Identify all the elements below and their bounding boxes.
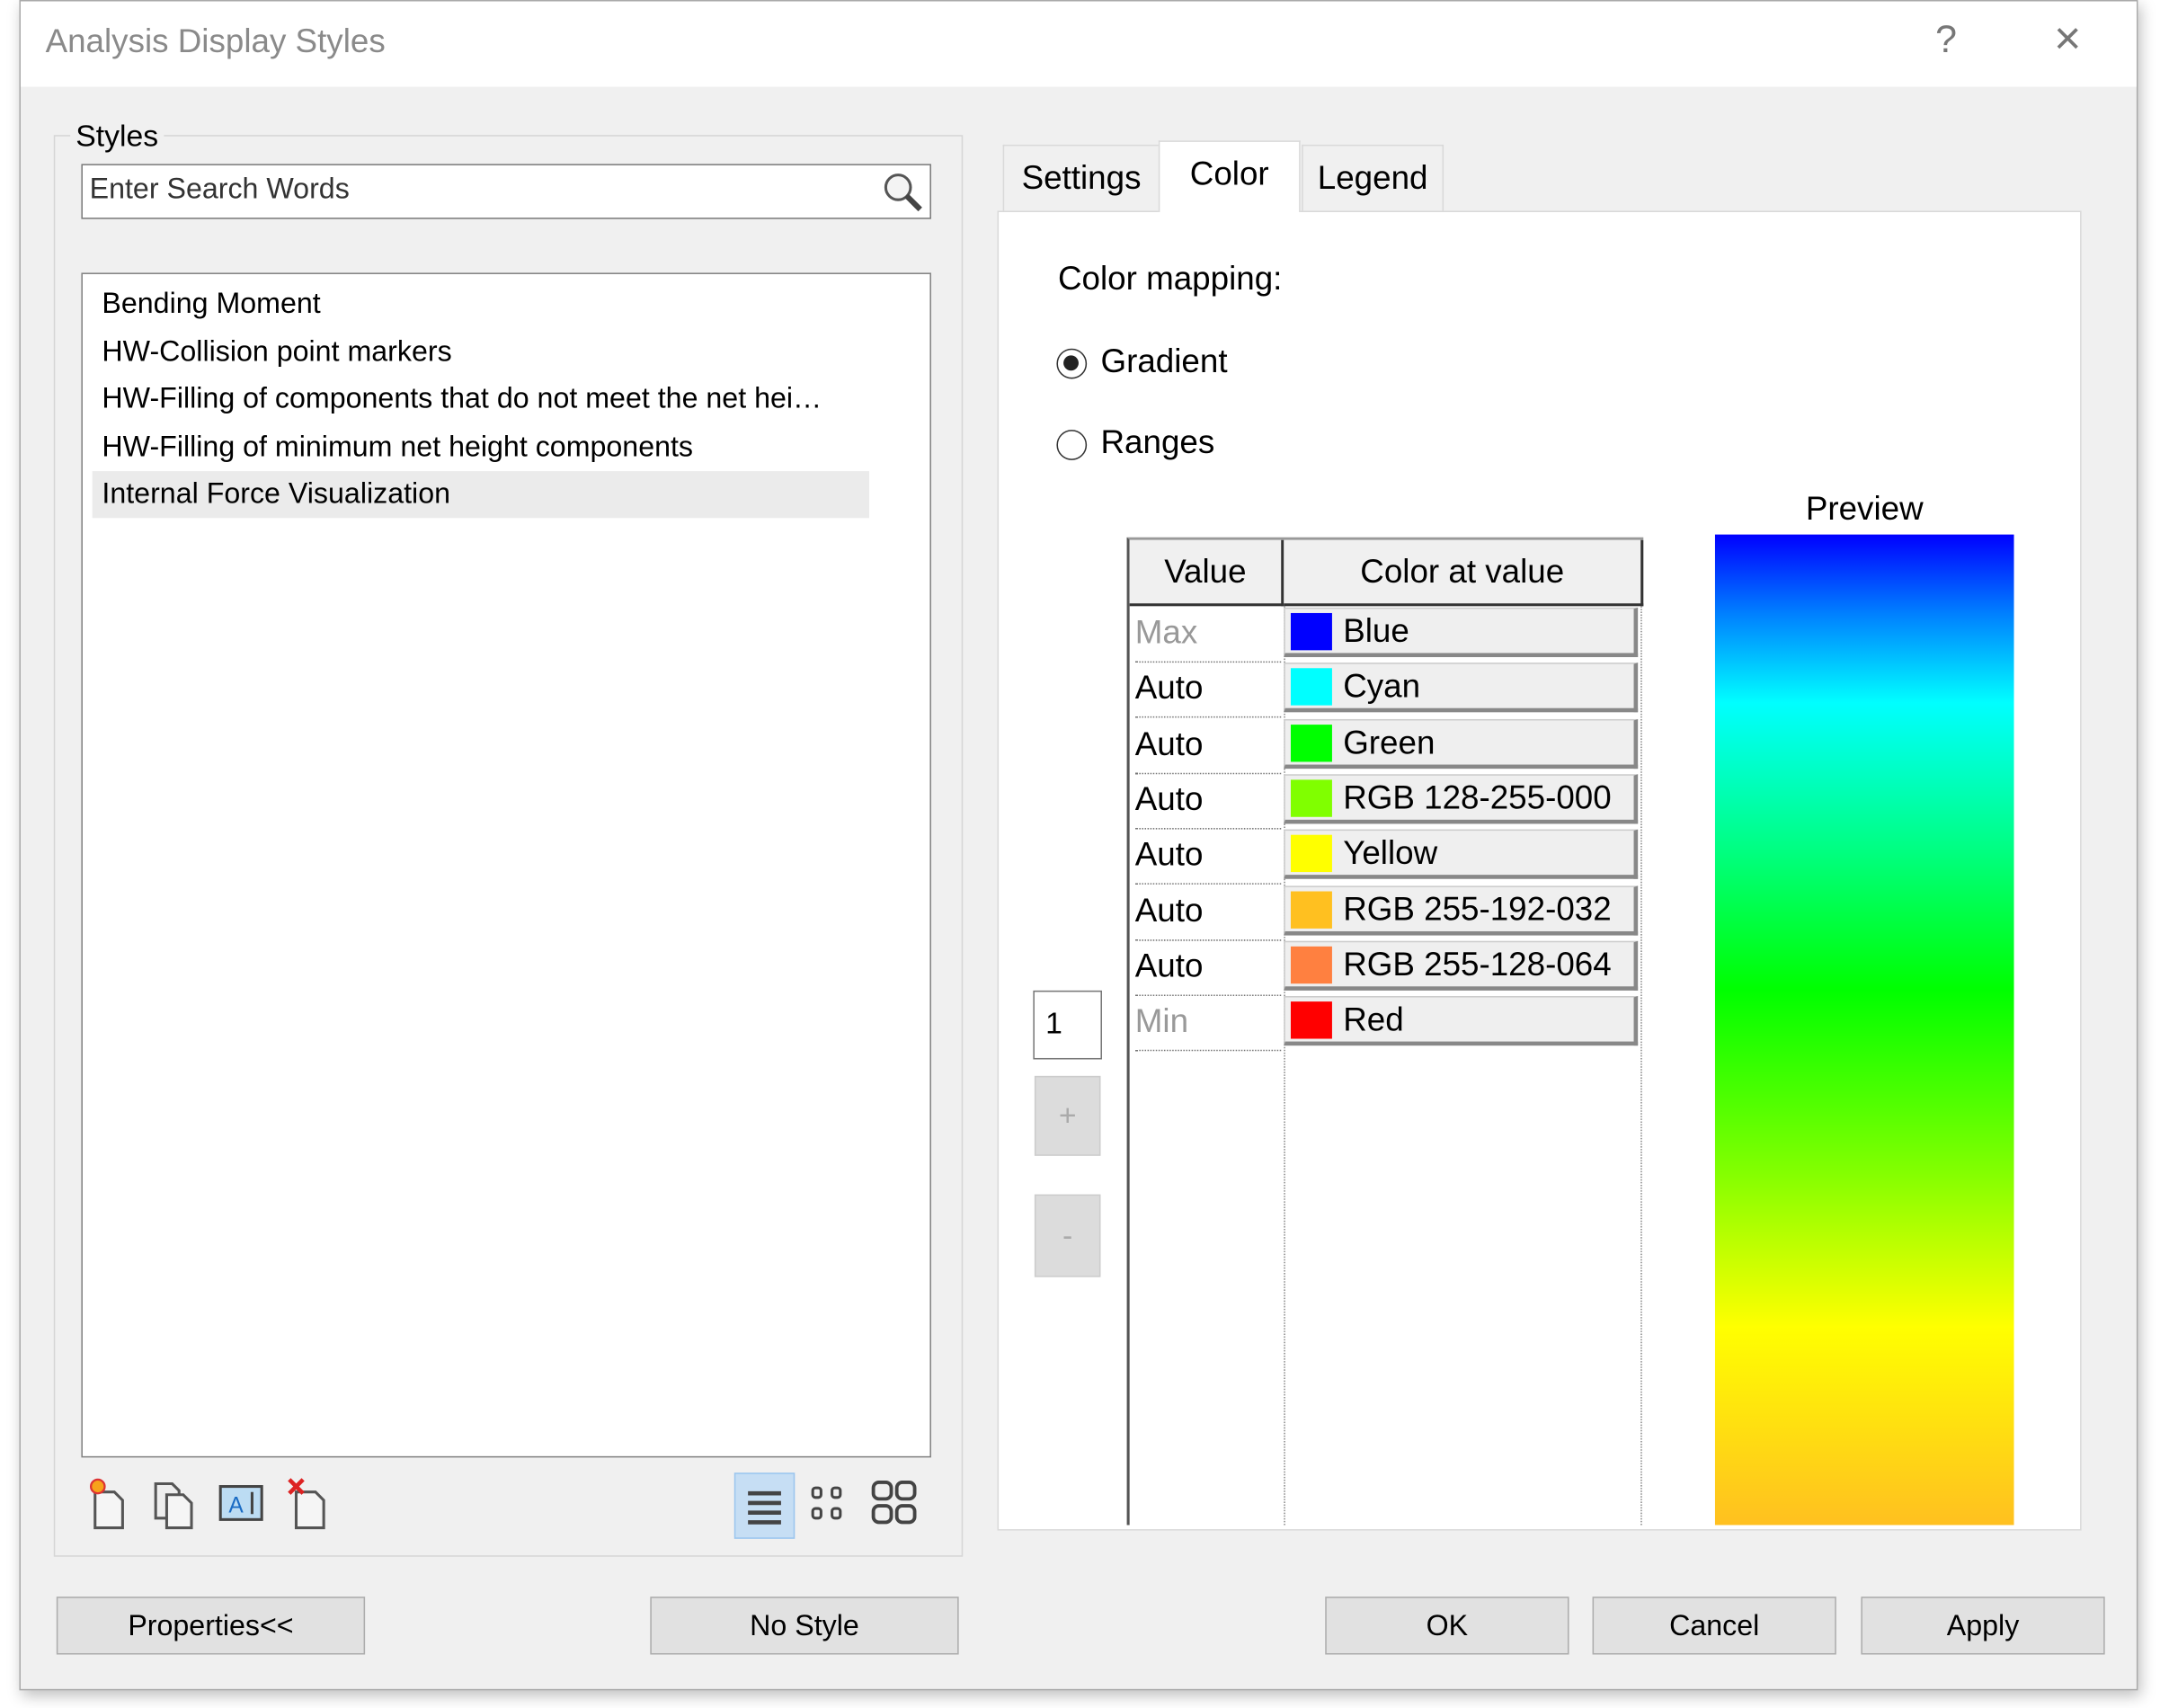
color-swatch	[1290, 946, 1332, 983]
color-name: Green	[1343, 724, 1436, 761]
style-list-item[interactable]: HW-Filling of components that do not mee…	[93, 376, 869, 423]
ranges-label: Ranges	[1100, 424, 1215, 462]
search-input[interactable]: Enter Search Words	[81, 164, 931, 219]
apply-button[interactable]: Apply	[1861, 1597, 2105, 1655]
tab-color[interactable]: Color	[1158, 140, 1301, 213]
value-cell[interactable]: Auto	[1134, 828, 1282, 885]
color-table: Value Color at value Max Blue Auto Cyan Auto…	[1126, 537, 1644, 1526]
color-picker-button[interactable]: Blue	[1284, 607, 1639, 658]
value-column-header: Value	[1129, 539, 1284, 607]
search-icon[interactable]	[880, 169, 924, 213]
color-picker-button[interactable]: Yellow	[1284, 829, 1639, 880]
tab-legend[interactable]: Legend	[1302, 144, 1444, 211]
color-swatch	[1290, 612, 1332, 651]
color-picker-button[interactable]: Red	[1284, 996, 1639, 1046]
value-cell[interactable]: Auto	[1134, 717, 1282, 774]
color-swatch	[1290, 890, 1332, 929]
color-name: RGB 128-255-000	[1343, 779, 1612, 817]
close-button[interactable]: ×	[2054, 13, 2081, 67]
title-bar: Analysis Display Styles ? ×	[20, 1, 2137, 87]
value-cell[interactable]: Auto	[1134, 884, 1282, 940]
color-table-row: Auto RGB 128-255-000	[1130, 773, 1644, 830]
no-style-button[interactable]: No Style	[650, 1597, 959, 1655]
delete-style-icon[interactable]	[285, 1475, 334, 1530]
cancel-button[interactable]: Cancel	[1592, 1597, 1836, 1655]
color-name: Cyan	[1343, 668, 1421, 707]
style-list-item[interactable]: HW-Collision point markers	[93, 329, 869, 376]
color-name: RGB 255-192-032	[1343, 890, 1612, 929]
color-picker-button[interactable]: Cyan	[1284, 663, 1639, 713]
duplicate-style-icon[interactable]	[150, 1475, 200, 1530]
color-picker-button[interactable]: Green	[1284, 718, 1639, 769]
color-name: Blue	[1343, 612, 1409, 651]
color-column-header: Color at value	[1284, 539, 1644, 607]
help-button[interactable]: ?	[1935, 18, 1957, 62]
remove-row-button[interactable]: -	[1034, 1194, 1101, 1277]
gradient-radio-button[interactable]	[1056, 348, 1088, 379]
gradient-label: Gradient	[1100, 342, 1228, 380]
styles-list[interactable]: Bending Moment HW-Collision point markers…	[81, 272, 931, 1458]
color-table-row: Auto Green	[1130, 717, 1644, 774]
color-table-row: Max Blue	[1130, 606, 1644, 663]
analysis-display-styles-dialog: Analysis Display Styles ? × Styles Enter…	[19, 0, 2138, 1691]
color-name: Red	[1343, 1001, 1404, 1039]
color-swatch	[1290, 668, 1332, 707]
styles-group-label: Styles	[70, 118, 164, 155]
style-list-item[interactable]: Bending Moment	[93, 281, 869, 328]
color-table-row: Auto RGB 255-192-032	[1130, 884, 1644, 940]
preview-label: Preview	[1805, 490, 1924, 528]
color-swatch	[1290, 779, 1332, 817]
list-view-icon	[748, 1490, 781, 1525]
color-table-row: Auto Cyan	[1130, 662, 1644, 718]
properties-button[interactable]: Properties<<	[56, 1597, 366, 1655]
color-swatch	[1290, 834, 1332, 873]
value-cell[interactable]: Auto	[1134, 662, 1282, 718]
color-swatch	[1290, 1001, 1332, 1039]
large-icons-view-icon[interactable]	[869, 1478, 921, 1530]
add-row-button[interactable]: +	[1034, 1075, 1101, 1156]
small-icons-view-icon[interactable]	[809, 1481, 850, 1527]
value-cell[interactable]: Min	[1134, 995, 1282, 1052]
list-view-button[interactable]	[733, 1472, 796, 1539]
color-table-row: Auto Yellow	[1130, 828, 1644, 885]
svg-text:A: A	[228, 1494, 244, 1518]
value-cell[interactable]: Auto	[1134, 939, 1282, 996]
rename-style-icon[interactable]: A	[217, 1475, 266, 1530]
ok-button[interactable]: OK	[1325, 1597, 1569, 1655]
color-swatch	[1290, 724, 1332, 761]
search-placeholder: Enter Search Words	[89, 173, 350, 206]
value-cell[interactable]: Auto	[1134, 773, 1282, 830]
color-table-row: Min Red	[1130, 995, 1644, 1052]
color-name: RGB 255-128-064	[1343, 946, 1612, 983]
style-list-item[interactable]: HW-Filling of minimum net height compone…	[93, 423, 869, 470]
color-picker-button[interactable]: RGB 255-128-064	[1284, 940, 1639, 991]
color-picker-button[interactable]: RGB 255-192-032	[1284, 885, 1639, 935]
ranges-radio-button[interactable]	[1056, 430, 1088, 460]
style-list-item[interactable]: Internal Force Visualization	[92, 471, 870, 519]
color-name: Yellow	[1343, 834, 1438, 873]
gradient-preview	[1714, 534, 2014, 1526]
color-picker-button[interactable]: RGB 128-255-000	[1284, 774, 1639, 824]
value-cell[interactable]: Max	[1134, 606, 1282, 663]
count-input[interactable]: 1	[1033, 990, 1102, 1060]
new-style-icon[interactable]	[87, 1475, 137, 1530]
color-mapping-label: Color mapping:	[1057, 260, 1283, 298]
color-table-row: Auto RGB 255-128-064	[1130, 939, 1644, 996]
dialog-title: Analysis Display Styles	[45, 23, 386, 61]
tab-settings[interactable]: Settings	[1002, 144, 1160, 211]
